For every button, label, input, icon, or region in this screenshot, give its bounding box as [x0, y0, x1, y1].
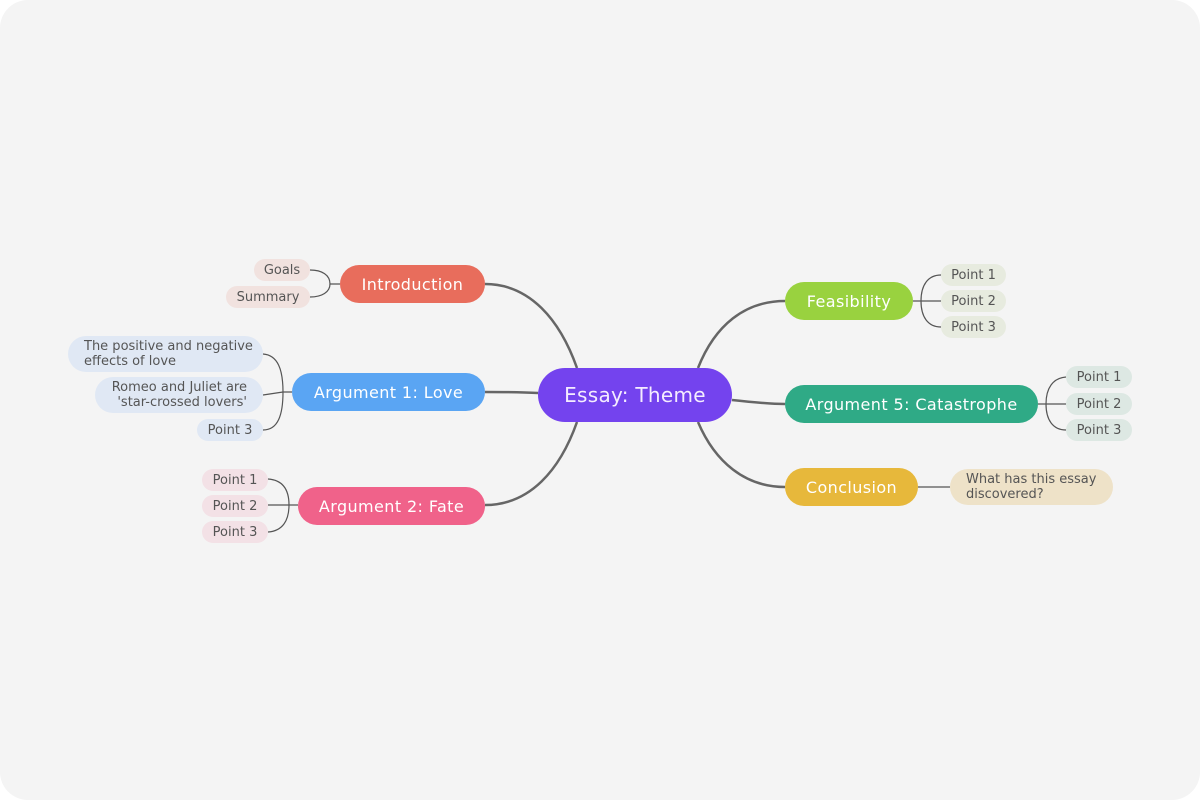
- link-feasibility-child-1: [913, 274, 942, 302]
- link-root-argument-5: [731, 398, 786, 406]
- root-label: Essay: Theme: [564, 383, 706, 407]
- leaf-label: Point 3: [1076, 422, 1122, 438]
- leaf-label: Point 3: [207, 422, 253, 438]
- link-argument-2-child-1: [267, 478, 298, 506]
- leaf-argument-2-point-1[interactable]: Point 1: [202, 469, 268, 491]
- leaf-feasibility-point-3[interactable]: Point 3: [941, 316, 1006, 338]
- leaf-line-2: 'star-crossed lovers': [117, 395, 247, 410]
- leaf-line-1: Romeo and Juliet are: [111, 380, 247, 395]
- branch-feasibility[interactable]: Feasibility: [785, 282, 913, 320]
- leaf-conclusion-discovered[interactable]: What has this essay discovered?: [950, 469, 1113, 505]
- branch-conclusion[interactable]: Conclusion: [785, 468, 918, 506]
- leaf-label: Point 1: [951, 267, 996, 283]
- leaf-argument-2-point-3[interactable]: Point 3: [202, 521, 268, 543]
- branch-argument-5[interactable]: Argument 5: Catastrophe: [785, 385, 1038, 423]
- link-argument-2-child-3: [267, 504, 290, 533]
- leaf-feasibility-point-2[interactable]: Point 2: [941, 290, 1006, 312]
- link-introduction-summary: [309, 283, 331, 298]
- link-argument-1-child-1: [262, 353, 292, 393]
- branch-label: Feasibility: [806, 291, 892, 311]
- link-argument-5-child-1: [1038, 376, 1067, 405]
- link-root-argument-2: [484, 421, 579, 507]
- leaf-argument-5-point-2[interactable]: Point 2: [1066, 393, 1132, 415]
- leaf-feasibility-point-1[interactable]: Point 1: [941, 264, 1006, 286]
- branch-introduction[interactable]: Introduction: [340, 265, 485, 303]
- branch-label: Conclusion: [805, 477, 898, 497]
- leaf-line-2: discovered?: [966, 487, 1044, 502]
- leaf-label: Point 2: [212, 498, 258, 514]
- leaf-label: Point 2: [951, 293, 996, 309]
- leaf-line-1: The positive and negative: [84, 339, 253, 354]
- branch-label: Introduction: [361, 274, 464, 294]
- link-feasibility-child-3: [920, 300, 942, 328]
- leaf-label: Summary: [236, 289, 300, 305]
- leaf-label: Point 1: [1076, 369, 1122, 385]
- branch-label: Argument 5: Catastrophe: [805, 394, 1018, 414]
- branch-label: Argument 1: Love: [313, 382, 464, 402]
- link-introduction-goals: [309, 269, 340, 285]
- link-argument-1-child-3: [262, 391, 284, 431]
- branch-argument-1[interactable]: Argument 1: Love: [292, 373, 485, 411]
- leaf-label: Point 2: [1076, 396, 1122, 412]
- leaf-argument-1-effects-of-love[interactable]: The positive and negative effects of lov…: [68, 336, 263, 372]
- leaf-argument-1-star-crossed[interactable]: Romeo and Juliet are 'star-crossed lover…: [95, 377, 263, 413]
- leaf-introduction-goals[interactable]: Goals: [254, 259, 310, 281]
- link-root-introduction: [484, 282, 579, 369]
- leaf-label: Point 3: [951, 319, 996, 335]
- link-argument-5-child-3: [1045, 403, 1067, 431]
- link-root-conclusion: [696, 421, 786, 489]
- leaf-line-2: effects of love: [84, 354, 177, 369]
- link-argument-1-child-2: [262, 391, 284, 396]
- leaf-argument-5-point-3[interactable]: Point 3: [1066, 419, 1132, 441]
- leaf-line-1: What has this essay: [966, 472, 1097, 487]
- leaf-argument-5-point-1[interactable]: Point 1: [1066, 366, 1132, 388]
- leaf-introduction-summary[interactable]: Summary: [226, 286, 310, 308]
- leaf-argument-2-point-2[interactable]: Point 2: [202, 495, 268, 517]
- root-node[interactable]: Essay: Theme: [538, 368, 732, 422]
- leaf-label: Point 1: [212, 472, 258, 488]
- leaf-argument-1-point-3[interactable]: Point 3: [197, 419, 263, 441]
- leaf-label: Point 3: [212, 524, 258, 540]
- leaf-label: Goals: [263, 262, 301, 278]
- branch-argument-2[interactable]: Argument 2: Fate: [298, 487, 485, 525]
- link-root-argument-1: [484, 390, 539, 395]
- mindmap-canvas: Essay: Theme Introduction Goals Summary …: [0, 0, 1200, 800]
- link-root-feasibility: [696, 299, 786, 369]
- branch-label: Argument 2: Fate: [318, 496, 465, 516]
